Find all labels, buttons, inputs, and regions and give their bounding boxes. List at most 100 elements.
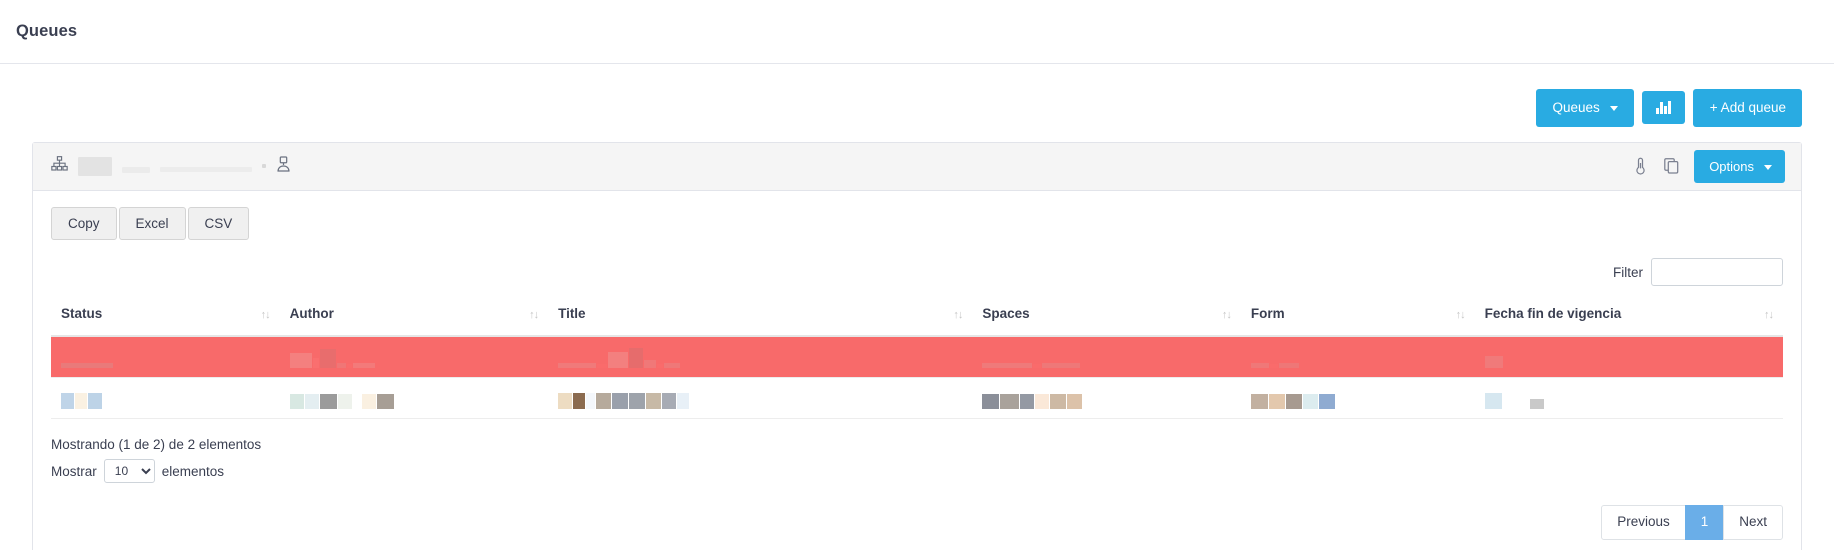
redacted-block bbox=[596, 392, 612, 409]
redacted-block bbox=[573, 392, 586, 409]
queues-dropdown-button[interactable]: Queues bbox=[1535, 89, 1634, 127]
redacted-block bbox=[352, 393, 361, 409]
redacted-org-subline bbox=[122, 166, 150, 173]
statistics-button[interactable] bbox=[1641, 91, 1685, 125]
redacted-content bbox=[61, 346, 270, 368]
sitemap-icon bbox=[51, 156, 68, 176]
copy-button[interactable]: Copy bbox=[51, 206, 117, 240]
bar-chart-icon bbox=[1655, 101, 1671, 115]
redacted-block bbox=[1318, 393, 1335, 409]
column-label-form: Form bbox=[1250, 306, 1285, 321]
redacted-block bbox=[1067, 393, 1083, 409]
chevron-down-icon bbox=[1609, 106, 1618, 112]
redacted-block bbox=[312, 357, 319, 368]
filter-label: Filter bbox=[1613, 264, 1643, 280]
card-header: Options bbox=[33, 142, 1801, 191]
redacted-block bbox=[629, 392, 646, 409]
redacted-block bbox=[75, 392, 87, 409]
queues-dropdown-label: Queues bbox=[1552, 100, 1600, 115]
column-header-status[interactable]: Status ↑↓ bbox=[51, 300, 280, 337]
redacted-content bbox=[289, 387, 538, 409]
options-dropdown-button[interactable]: Options bbox=[1694, 149, 1785, 183]
redacted-block bbox=[1035, 393, 1050, 409]
copy-icon[interactable] bbox=[1663, 157, 1680, 176]
redacted-content bbox=[61, 387, 270, 409]
redacted-block bbox=[646, 392, 662, 409]
sort-icon: ↑↓ bbox=[260, 309, 271, 321]
redacted-block bbox=[1269, 363, 1278, 368]
redacted-block bbox=[982, 393, 1000, 409]
pagination-previous[interactable]: Previous bbox=[1601, 505, 1686, 540]
sort-icon: ↑↓ bbox=[529, 309, 539, 321]
column-header-fecha-fin-de-vigencia[interactable]: Fecha fin de vigencia ↑↓ bbox=[1474, 300, 1783, 337]
redacted-content bbox=[289, 346, 538, 368]
redacted-block bbox=[289, 352, 312, 368]
redacted-block bbox=[289, 393, 304, 409]
pagination-next[interactable]: Next bbox=[1723, 505, 1783, 540]
column-label-author: Author bbox=[289, 306, 334, 321]
redacted-content bbox=[1484, 387, 1773, 409]
page-length-suffix: elementos bbox=[161, 463, 225, 479]
redacted-block bbox=[1033, 363, 1042, 368]
redacted-block bbox=[1285, 393, 1302, 409]
column-header-spaces[interactable]: Spaces ↑↓ bbox=[972, 300, 1241, 337]
sort-icon: ↑↓ bbox=[1455, 309, 1466, 321]
redacted-block bbox=[677, 392, 690, 409]
pagination-page-1[interactable]: 1 bbox=[1684, 505, 1725, 540]
column-label-status: Status bbox=[61, 306, 103, 321]
add-queue-label: + Add queue bbox=[1709, 100, 1786, 115]
redacted-block bbox=[319, 393, 337, 409]
redacted-block bbox=[558, 362, 597, 368]
sort-icon: ↑↓ bbox=[953, 309, 963, 321]
redacted-block bbox=[361, 393, 376, 409]
add-queue-button[interactable]: + Add queue bbox=[1692, 89, 1802, 127]
redacted-block bbox=[597, 363, 608, 368]
card-header-identity bbox=[51, 155, 1632, 177]
redacted-path-text bbox=[160, 166, 252, 172]
table-info: Mostrando (1 de 2) de 2 elementos bbox=[51, 436, 262, 452]
table-cell bbox=[972, 377, 1241, 419]
options-label: Options bbox=[1709, 158, 1754, 174]
table-body bbox=[51, 336, 1783, 419]
redacted-content bbox=[558, 387, 962, 409]
card-header-actions: Options bbox=[1632, 149, 1785, 183]
table-cell bbox=[548, 336, 973, 378]
user-icon bbox=[276, 155, 291, 177]
redacted-block bbox=[1020, 393, 1035, 409]
table-cell bbox=[548, 377, 973, 419]
redacted-content bbox=[1250, 346, 1465, 368]
page-title: Queues bbox=[16, 22, 78, 40]
sort-icon: ↑↓ bbox=[1764, 309, 1774, 321]
csv-button[interactable]: CSV bbox=[187, 206, 250, 240]
queues-table: Status ↑↓ Author ↑↓ Title ↑↓ Spaces ↑↓ F… bbox=[51, 300, 1783, 419]
thermometer-icon[interactable] bbox=[1632, 157, 1649, 176]
redacted-block bbox=[1250, 362, 1269, 368]
redacted-block bbox=[1302, 393, 1318, 409]
table-cell bbox=[1474, 336, 1783, 378]
column-label-spaces: Spaces bbox=[982, 306, 1030, 321]
table-head: Status ↑↓ Author ↑↓ Title ↑↓ Spaces ↑↓ F… bbox=[51, 300, 1783, 337]
redacted-block bbox=[319, 348, 336, 368]
redacted-block bbox=[612, 392, 629, 409]
table-cell bbox=[972, 336, 1241, 378]
redacted-block bbox=[1000, 393, 1020, 409]
column-header-form[interactable]: Form ↑↓ bbox=[1240, 300, 1475, 337]
filter-input[interactable] bbox=[1651, 258, 1783, 286]
pagination: Previous 1 Next bbox=[1601, 505, 1783, 540]
card-body: Copy Excel CSV Filter Status ↑↓ Author ↑… bbox=[33, 191, 1801, 550]
queues-card: Options Copy Excel CSV Filter Status ↑↓ … bbox=[32, 141, 1802, 550]
redacted-block bbox=[1268, 393, 1285, 409]
page-length-row: Mostrar 102550100 elementos bbox=[51, 459, 1783, 484]
column-header-author[interactable]: Author ↑↓ bbox=[279, 300, 549, 337]
excel-button[interactable]: Excel bbox=[118, 206, 186, 240]
table-cell bbox=[1474, 377, 1783, 419]
table-row[interactable] bbox=[51, 336, 1783, 378]
redacted-block bbox=[1278, 362, 1299, 368]
redacted-block bbox=[88, 392, 102, 409]
table-cell bbox=[51, 377, 280, 419]
table-header-row: Status ↑↓ Author ↑↓ Title ↑↓ Spaces ↑↓ F… bbox=[51, 300, 1783, 337]
table-row[interactable] bbox=[51, 377, 1783, 419]
column-header-title[interactable]: Title ↑↓ bbox=[548, 300, 973, 337]
page-length-select[interactable]: 102550100 bbox=[103, 459, 155, 484]
